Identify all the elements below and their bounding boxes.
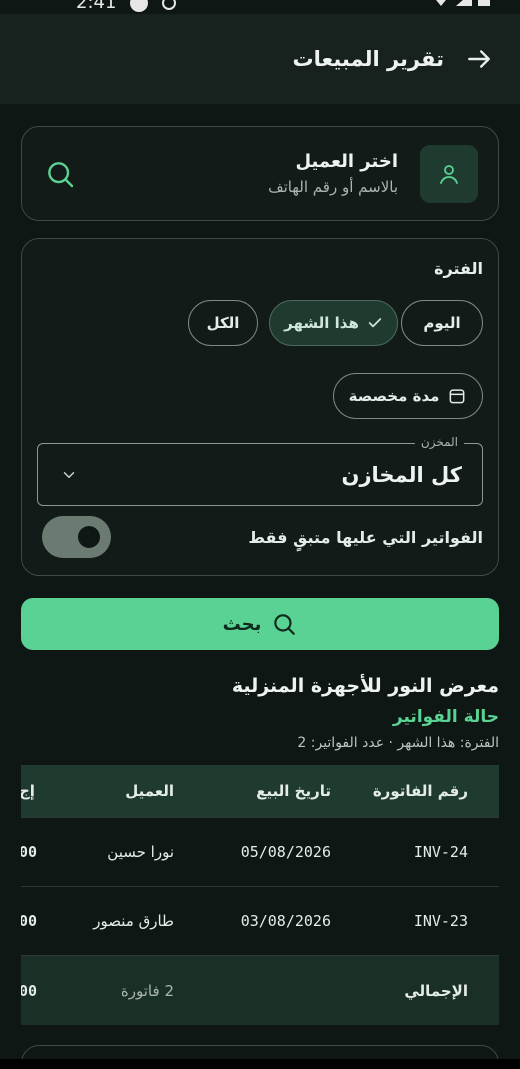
header-sale-date: تاريخ البيع <box>256 782 331 800</box>
customer-picker[interactable]: اختر العميل بالاسم أو رقم الهاتف <box>21 126 499 221</box>
back-button[interactable] <box>464 44 494 74</box>
cell-sale-date: 05/08/2026 <box>240 843 331 861</box>
outstanding-only-switch[interactable] <box>42 516 111 558</box>
chip-today[interactable]: اليوم <box>401 300 483 346</box>
total-label: الإجمالي <box>404 981 468 1000</box>
customer-picker-title: اختر العميل <box>295 151 398 172</box>
table-row[interactable]: INV-23 03/08/2026 طارق منصور 00 <box>21 887 499 956</box>
chip-this-month[interactable]: هذا الشهر <box>269 300 398 346</box>
chip-all-label: الكل <box>206 314 240 332</box>
customer-avatar <box>420 144 478 203</box>
chip-this-month-label: هذا الشهر <box>284 314 359 332</box>
table-header: رقم الفاتورة تاريخ البيع العميل إج <box>21 765 499 818</box>
search-icon <box>274 614 296 635</box>
table-row[interactable]: INV-24 05/08/2026 نورا حسين 00 <box>21 818 499 887</box>
status-bar: 2:41 <box>0 0 520 14</box>
search-button-label: بحث <box>222 613 262 635</box>
header-invoice-no: رقم الفاتورة <box>372 782 468 800</box>
app-bar: تقرير المبيعات <box>0 14 520 104</box>
warehouse-dropdown[interactable]: المخزن كل المخازن <box>37 435 483 506</box>
customer-search-button[interactable] <box>42 156 78 192</box>
shop-name: معرض النور للأجهزة المنزلية <box>231 675 499 697</box>
search-button[interactable]: بحث <box>21 598 499 650</box>
header-amount: إج <box>21 782 35 800</box>
sync-icon <box>162 0 177 10</box>
cell-customer: طارق منصور <box>93 912 174 930</box>
invoice-status-title: حالة الفواتير <box>392 707 499 727</box>
customer-picker-subtitle: بالاسم أو رقم الهاتف <box>268 178 398 196</box>
chip-all[interactable]: الكل <box>188 300 258 346</box>
total-amount: 00 <box>21 981 38 1000</box>
warehouse-value: كل المخازن <box>341 462 462 487</box>
battery-icon <box>478 0 490 6</box>
wifi-icon <box>436 0 446 6</box>
system-nav-bar <box>0 1059 520 1069</box>
chevron-down-icon <box>63 471 75 478</box>
outstanding-only-row: الفواتير التي عليها متبقٍ فقط <box>42 516 483 558</box>
notification-icon <box>130 0 149 12</box>
filters-card: الفترة اليوم هذا الشهر الكل مدة مخصصة ال… <box>21 238 499 576</box>
report-meta: الفترة: هذا الشهر · عدد الفواتير: 2 <box>297 735 499 751</box>
chip-today-label: اليوم <box>423 314 461 332</box>
outstanding-only-label: الفواتير التي عليها متبقٍ فقط <box>248 527 483 547</box>
cell-amount: 00 <box>21 912 38 930</box>
header-customer: العميل <box>125 782 174 800</box>
cell-customer: نورا حسين <box>107 843 174 861</box>
invoices-table: رقم الفاتورة تاريخ البيع العميل إج INV-2… <box>21 765 499 1025</box>
person-icon <box>440 164 458 184</box>
switch-knob <box>78 526 100 548</box>
cell-invoice-no: INV-24 <box>413 843 468 861</box>
arrow-forward-icon <box>468 50 490 68</box>
cell-sale-date: 03/08/2026 <box>240 912 331 930</box>
signal-icon <box>456 0 472 6</box>
cell-invoice-no: INV-23 <box>413 912 468 930</box>
status-time: 2:41 <box>76 0 117 13</box>
table-total-row: الإجمالي 2 فاتورة 00 <box>21 956 499 1025</box>
chip-custom-label: مدة مخصصة <box>348 387 440 405</box>
total-count: 2 فاتورة <box>120 981 174 1000</box>
warehouse-label: المخزن <box>414 435 464 449</box>
period-label: الفترة <box>434 259 483 278</box>
page-title: تقرير المبيعات <box>292 47 444 71</box>
cell-amount: 00 <box>21 843 38 861</box>
search-icon <box>48 161 74 187</box>
calendar-icon <box>449 389 465 404</box>
chip-custom-range[interactable]: مدة مخصصة <box>333 373 483 419</box>
check-icon <box>368 318 382 328</box>
